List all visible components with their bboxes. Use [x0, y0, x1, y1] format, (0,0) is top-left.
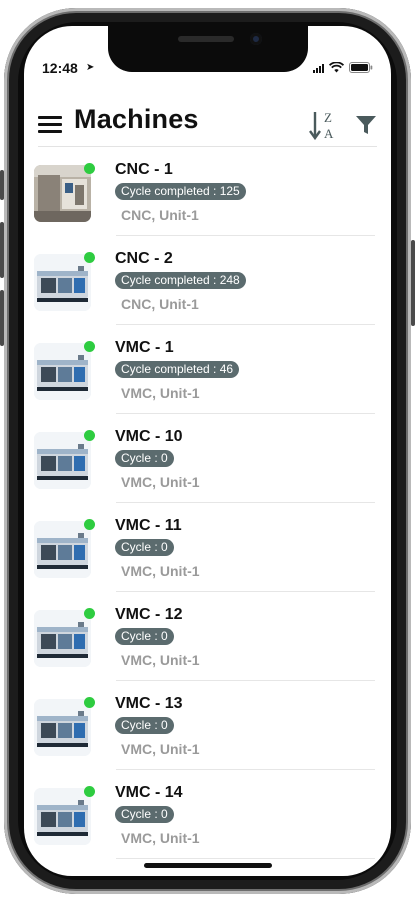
- machine-thumbnail: [34, 699, 91, 756]
- power-button: [411, 240, 415, 326]
- machine-list-item[interactable]: VMC - 14 Cycle : 0 VMC, Unit-1: [24, 770, 391, 859]
- machine-name: VMC - 10: [115, 428, 183, 445]
- machine-type-unit: CNC, Unit-1: [121, 207, 199, 223]
- machine-type-unit: VMC, Unit-1: [121, 830, 200, 846]
- machine-thumbnail: [34, 254, 91, 311]
- online-status-dot: [84, 786, 95, 797]
- machine-type-unit: VMC, Unit-1: [121, 385, 200, 401]
- machine-list-item[interactable]: CNC - 1 Cycle completed : 125 CNC, Unit-…: [24, 147, 391, 236]
- machine-type-unit: VMC, Unit-1: [121, 474, 200, 490]
- cycle-badge: Cycle : 0: [115, 628, 174, 645]
- machine-list: CNC - 1 Cycle completed : 125 CNC, Unit-…: [24, 147, 391, 859]
- online-status-dot: [84, 341, 95, 352]
- location-arrow-icon: ➤: [86, 62, 95, 73]
- cycle-badge: Cycle completed : 46: [115, 361, 240, 378]
- page-title: Machines: [74, 104, 199, 134]
- hamburger-menu-icon[interactable]: [38, 116, 62, 134]
- machine-name: VMC - 12: [115, 606, 183, 623]
- svg-text:A: A: [324, 126, 334, 141]
- machine-type-unit: VMC, Unit-1: [121, 741, 200, 757]
- cycle-badge: Cycle completed : 248: [115, 272, 246, 289]
- machine-type-unit: VMC, Unit-1: [121, 652, 200, 668]
- machine-name: VMC - 14: [115, 784, 183, 801]
- sort-z-a-icon[interactable]: Z A: [309, 108, 339, 142]
- online-status-dot: [84, 430, 95, 441]
- online-status-dot: [84, 252, 95, 263]
- cycle-badge: Cycle : 0: [115, 806, 174, 823]
- svg-text:Z: Z: [324, 110, 332, 125]
- machine-thumbnail: [34, 165, 91, 222]
- status-icons: [313, 62, 373, 73]
- volume-down-button: [0, 290, 4, 346]
- battery-icon: [349, 62, 373, 73]
- cycle-badge: Cycle : 0: [115, 450, 174, 467]
- machine-list-item[interactable]: VMC - 1 Cycle completed : 46 VMC, Unit-1: [24, 325, 391, 414]
- app-screen: 12:48 ➤ Machines Z A CNC - 1 Cycle compl…: [24, 26, 391, 876]
- machine-list-item[interactable]: VMC - 10 Cycle : 0 VMC, Unit-1: [24, 414, 391, 503]
- machine-list-item[interactable]: VMC - 13 Cycle : 0 VMC, Unit-1: [24, 681, 391, 770]
- earpiece-speaker: [178, 36, 234, 42]
- home-indicator: [144, 863, 272, 868]
- machine-thumbnail: [34, 521, 91, 578]
- machine-thumbnail: [34, 432, 91, 489]
- front-camera: [250, 33, 262, 45]
- machine-thumbnail: [34, 343, 91, 400]
- machine-list-item[interactable]: VMC - 12 Cycle : 0 VMC, Unit-1: [24, 592, 391, 681]
- machine-list-item[interactable]: VMC - 11 Cycle : 0 VMC, Unit-1: [24, 503, 391, 592]
- machine-name: VMC - 1: [115, 339, 174, 356]
- machine-name: VMC - 11: [115, 517, 182, 534]
- cellular-signal-icon: [313, 63, 324, 73]
- notch: [108, 26, 308, 72]
- machine-name: VMC - 13: [115, 695, 183, 712]
- machine-type-unit: CNC, Unit-1: [121, 296, 199, 312]
- online-status-dot: [84, 163, 95, 174]
- status-time: 12:48: [42, 60, 78, 76]
- online-status-dot: [84, 519, 95, 530]
- wifi-icon: [329, 62, 344, 73]
- mute-switch: [0, 170, 4, 200]
- app-header: Machines Z A: [24, 100, 391, 150]
- online-status-dot: [84, 697, 95, 708]
- machine-name: CNC - 1: [115, 161, 173, 178]
- volume-up-button: [0, 222, 4, 278]
- machine-thumbnail: [34, 610, 91, 667]
- cycle-badge: Cycle : 0: [115, 717, 174, 734]
- list-divider: [116, 858, 375, 859]
- machine-list-item[interactable]: CNC - 2 Cycle completed : 248 CNC, Unit-…: [24, 236, 391, 325]
- online-status-dot: [84, 608, 95, 619]
- filter-icon[interactable]: [355, 114, 377, 136]
- cycle-badge: Cycle : 0: [115, 539, 174, 556]
- cycle-badge: Cycle completed : 125: [115, 183, 246, 200]
- machine-thumbnail: [34, 788, 91, 845]
- status-bar: 12:48 ➤: [24, 26, 391, 76]
- machine-name: CNC - 2: [115, 250, 173, 267]
- machine-type-unit: VMC, Unit-1: [121, 563, 200, 579]
